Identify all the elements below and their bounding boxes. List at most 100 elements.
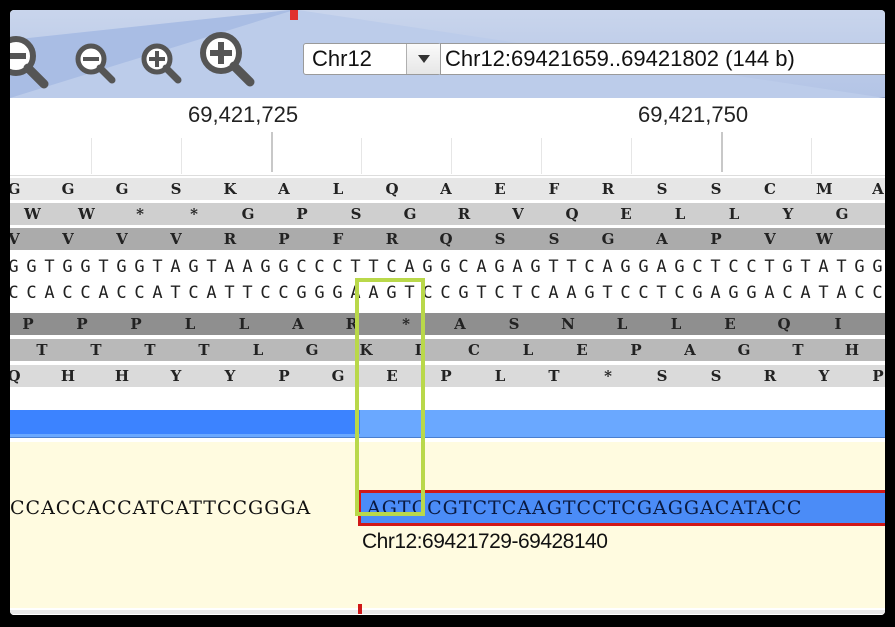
coordinate-ruler: 69,421,725 69,421,750: [10, 98, 885, 176]
zoom-in-button[interactable]: [138, 40, 184, 86]
amino-acid: L: [238, 315, 250, 333]
nucleotide: T: [368, 257, 379, 277]
zoom-out-icon: [75, 43, 116, 84]
ruler-tick: [721, 132, 723, 172]
amino-acid: G: [10, 180, 21, 198]
nucleotide: G: [746, 283, 757, 303]
amino-acid: P: [872, 367, 884, 385]
chromosome-select[interactable]: Chr12: [303, 43, 441, 75]
nucleotide: C: [458, 257, 469, 277]
amino-acid: H: [114, 367, 130, 385]
nucleotide: T: [404, 283, 415, 303]
nucleotide: C: [530, 283, 541, 303]
nucleotide: C: [494, 283, 505, 303]
amino-acid: *: [190, 205, 198, 223]
locus-input[interactable]: Chr12:69421659..69421802 (144 b): [440, 43, 885, 75]
amino-acid: G: [115, 180, 129, 198]
ruler-gridline: [181, 138, 182, 174]
selected-feature[interactable]: AGTCCGTCTCAAGTCCTCGAGGACATACC: [358, 490, 885, 526]
nucleotide: G: [314, 283, 325, 303]
nucleotide: C: [620, 283, 631, 303]
amino-acid: S: [494, 230, 506, 248]
amino-acid: I: [834, 315, 842, 333]
nucleotide: A: [566, 283, 577, 303]
nucleotide: T: [242, 283, 253, 303]
chevron-down-icon[interactable]: [406, 44, 440, 74]
amino-acid: S: [656, 367, 668, 385]
amino-acid: L: [184, 315, 196, 333]
ruler-label: 69,421,750: [638, 102, 749, 127]
amino-acid: W: [816, 230, 833, 248]
amino-acid: W: [24, 205, 41, 223]
amino-acid: R: [763, 367, 777, 385]
nucleotide: C: [854, 283, 865, 303]
amino-acid: S: [710, 180, 722, 198]
forward-strand-sequence: GGTGGTGGTAGTAAGGCCCTTCAGGCAGAGTTCAGGAGCT…: [10, 256, 885, 278]
ruler-label: 69,421,725: [188, 102, 299, 127]
amino-acid: S: [350, 205, 362, 223]
amino-acid: P: [278, 230, 290, 248]
nucleotide: C: [638, 283, 649, 303]
zoom-out-large-button[interactable]: [10, 32, 52, 92]
nucleotide: G: [278, 257, 289, 277]
amino-acid: A: [684, 341, 696, 359]
nucleotide: G: [782, 257, 793, 277]
nucleotide: C: [674, 283, 685, 303]
amino-acid: S: [656, 180, 668, 198]
amino-acid: Y: [170, 367, 182, 385]
amino-acid: W: [78, 205, 95, 223]
amino-acid: R: [223, 230, 237, 248]
nucleotide: G: [674, 257, 685, 277]
nucleotide: G: [332, 283, 343, 303]
nucleotide: A: [836, 283, 847, 303]
nucleotide: C: [80, 283, 91, 303]
amino-acid: G: [305, 341, 319, 359]
nucleotide: T: [602, 283, 613, 303]
nucleotide: C: [134, 283, 145, 303]
nucleotide: A: [152, 283, 163, 303]
amino-acid: A: [440, 180, 452, 198]
amino-acid: V: [764, 230, 776, 248]
nucleotide: C: [584, 257, 595, 277]
zoom-out-button[interactable]: [72, 40, 118, 86]
nucleotide: T: [98, 257, 109, 277]
amino-acid: G: [737, 341, 751, 359]
amino-acid: A: [872, 180, 884, 198]
amino-acid: E: [620, 205, 632, 223]
nucleotide: A: [368, 283, 379, 303]
amino-acid: Q: [777, 315, 791, 333]
nucleotide: G: [458, 283, 469, 303]
amino-acid: L: [332, 180, 344, 198]
ruler-gridline: [91, 138, 92, 174]
amino-acid: E: [576, 341, 588, 359]
amino-acid: V: [116, 230, 128, 248]
nucleotide: T: [476, 283, 487, 303]
translation-frame-plus-1: GGGSKALQAEFRSSCMA: [10, 178, 885, 200]
nucleotide: C: [188, 283, 199, 303]
nucleotide: T: [548, 257, 559, 277]
nucleotide: G: [854, 257, 865, 277]
amino-acid: L: [616, 315, 628, 333]
ruler-gridline: [811, 138, 812, 174]
amino-acid: C: [468, 341, 480, 359]
nucleotide: G: [638, 257, 649, 277]
amino-acid: L: [252, 341, 264, 359]
amino-acid: R: [385, 230, 399, 248]
navigation-toolbar: Chr12 Chr12:69421659..69421802 (144 b): [10, 10, 885, 98]
amino-acid: V: [170, 230, 182, 248]
amino-acid: S: [548, 230, 560, 248]
nucleotide: T: [656, 283, 667, 303]
amino-acid: L: [522, 341, 534, 359]
amino-acid: G: [403, 205, 417, 223]
zoom-in-large-button[interactable]: [196, 28, 258, 90]
nucleotide: T: [152, 257, 163, 277]
ruler-gridline: [541, 138, 542, 174]
nucleotide: A: [602, 257, 613, 277]
amino-acid: F: [548, 180, 560, 198]
nucleotide: G: [260, 257, 271, 277]
nucleotide: A: [476, 257, 487, 277]
nucleotide: T: [836, 257, 847, 277]
amino-acid: N: [561, 315, 575, 333]
nucleotide: A: [206, 283, 217, 303]
nucleotide: A: [512, 257, 523, 277]
